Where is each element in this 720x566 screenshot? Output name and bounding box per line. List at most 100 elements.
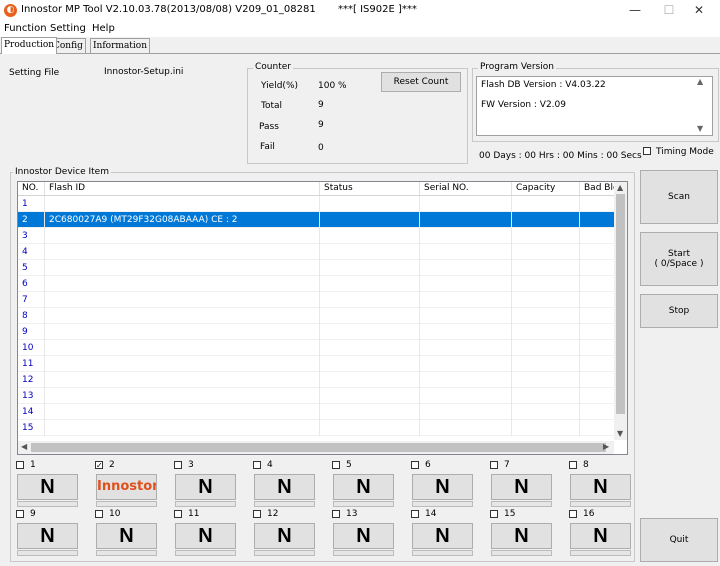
start-button[interactable]: Start ( 0/Space ) — [640, 232, 718, 286]
device-progress-bar — [175, 501, 236, 507]
row-number: 12 — [18, 372, 45, 388]
row-number: 14 — [18, 404, 45, 420]
row-number: 11 — [18, 356, 45, 372]
table-row[interactable]: 12 — [18, 372, 620, 388]
timing-mode-checkbox[interactable] — [643, 147, 651, 155]
device-status-button[interactable]: N — [17, 474, 78, 500]
scan-button[interactable]: Scan — [640, 170, 718, 224]
device-status-button[interactable]: N — [412, 474, 473, 500]
total-label: Total — [261, 101, 283, 111]
device-checkbox[interactable] — [490, 510, 498, 518]
table-row[interactable]: 10 — [18, 340, 620, 356]
device-status-button[interactable]: N — [570, 474, 631, 500]
device-checkbox[interactable] — [490, 461, 498, 469]
device-progress-bar — [333, 550, 394, 556]
stop-button[interactable]: Stop — [640, 294, 718, 328]
table-row[interactable]: 5 — [18, 260, 620, 276]
quit-button[interactable]: Quit — [640, 518, 718, 562]
device-list[interactable]: NO. Flash ID Status Serial NO. Capacity … — [17, 181, 628, 455]
device-status-button[interactable]: N — [96, 523, 157, 549]
device-status-button[interactable]: N — [333, 474, 394, 500]
total-value: 9 — [318, 100, 324, 110]
col-capacity[interactable]: Capacity — [512, 182, 580, 195]
col-flash-id[interactable]: Flash ID — [45, 182, 320, 195]
table-row[interactable]: 3 — [18, 228, 620, 244]
row-number: 1 — [18, 196, 45, 212]
scroll-right-icon[interactable]: ▶ — [603, 441, 609, 453]
reset-count-button[interactable]: Reset Count — [381, 72, 461, 92]
device-number: 8 — [583, 460, 589, 470]
scroll-thumb[interactable] — [616, 194, 625, 414]
device-checkbox[interactable] — [569, 461, 577, 469]
row-cell — [320, 388, 420, 404]
table-row[interactable]: 2 2C680027A9 (MT29F32G08ABAAA) CE : 2 — [18, 212, 620, 228]
device-checkbox[interactable] — [411, 461, 419, 469]
row-cell — [420, 420, 512, 436]
close-button[interactable]: ✕ — [676, 0, 720, 22]
device-status-button[interactable]: N — [491, 523, 552, 549]
device-status-button[interactable]: N — [333, 523, 394, 549]
device-status-button[interactable]: N — [254, 474, 315, 500]
row-flash-id — [45, 244, 320, 260]
device-checkbox[interactable] — [332, 510, 340, 518]
table-row[interactable]: 14 — [18, 404, 620, 420]
menu-setting[interactable]: Setting — [50, 23, 86, 34]
table-row[interactable]: 13 — [18, 388, 620, 404]
device-checkbox[interactable] — [95, 510, 103, 518]
row-cell — [420, 308, 512, 324]
fail-label: Fail — [260, 142, 275, 152]
device-checkbox[interactable] — [569, 510, 577, 518]
device-status-button[interactable]: N — [254, 523, 315, 549]
scroll-left-icon[interactable]: ◀ — [21, 441, 27, 453]
device-checkbox[interactable] — [174, 461, 182, 469]
yield-label: Yield(%) — [261, 81, 299, 91]
table-row[interactable]: 15 — [18, 420, 620, 436]
row-cell — [512, 212, 580, 228]
menu-function[interactable]: Function — [4, 23, 47, 34]
col-serial[interactable]: Serial NO. — [420, 182, 512, 195]
row-number: 10 — [18, 340, 45, 356]
device-checkbox[interactable] — [174, 510, 182, 518]
vertical-scrollbar[interactable]: ▲ ▼ — [614, 182, 627, 440]
scroll-thumb[interactable] — [31, 443, 606, 452]
device-checkbox[interactable] — [253, 461, 261, 469]
device-number: 13 — [346, 509, 358, 519]
table-row[interactable]: 1 — [18, 196, 620, 212]
device-checkbox[interactable] — [253, 510, 261, 518]
table-row[interactable]: 9 — [18, 324, 620, 340]
row-cell — [320, 324, 420, 340]
device-checkbox[interactable]: ✓ — [95, 461, 103, 470]
row-cell — [420, 388, 512, 404]
scroll-down-icon[interactable]: ▼ — [617, 428, 623, 440]
device-status-button[interactable]: N — [491, 474, 552, 500]
table-row[interactable]: 4 — [18, 244, 620, 260]
device-status-button[interactable]: N — [17, 523, 78, 549]
device-checkbox[interactable] — [332, 461, 340, 469]
device-number: 16 — [583, 509, 595, 519]
device-status-button[interactable]: N — [412, 523, 473, 549]
device-status-button[interactable]: N — [175, 474, 236, 500]
device-status-button[interactable]: Innostor — [96, 474, 157, 500]
device-checkbox[interactable] — [411, 510, 419, 518]
scroll-up-icon[interactable]: ▲ — [617, 182, 623, 194]
col-no[interactable]: NO. — [18, 182, 45, 195]
tab-production[interactable]: Production — [1, 37, 58, 54]
scroll-up-icon[interactable]: ▲ — [697, 77, 703, 86]
table-row[interactable]: 6 — [18, 276, 620, 292]
device-status-button[interactable]: N — [175, 523, 236, 549]
table-row[interactable]: 11 — [18, 356, 620, 372]
row-flash-id — [45, 324, 320, 340]
table-row[interactable]: 8 — [18, 308, 620, 324]
device-checkbox[interactable] — [16, 461, 24, 469]
row-cell — [512, 388, 580, 404]
device-checkbox[interactable] — [16, 510, 24, 518]
device-status-button[interactable]: N — [570, 523, 631, 549]
device-number: 4 — [267, 460, 273, 470]
pass-label: Pass — [259, 122, 279, 132]
horizontal-scrollbar[interactable]: ◀ ▶ — [18, 441, 614, 454]
tab-information[interactable]: Information — [90, 38, 151, 53]
col-status[interactable]: Status — [320, 182, 420, 195]
menu-help[interactable]: Help — [92, 23, 115, 34]
scroll-down-icon[interactable]: ▼ — [697, 124, 703, 133]
table-row[interactable]: 7 — [18, 292, 620, 308]
